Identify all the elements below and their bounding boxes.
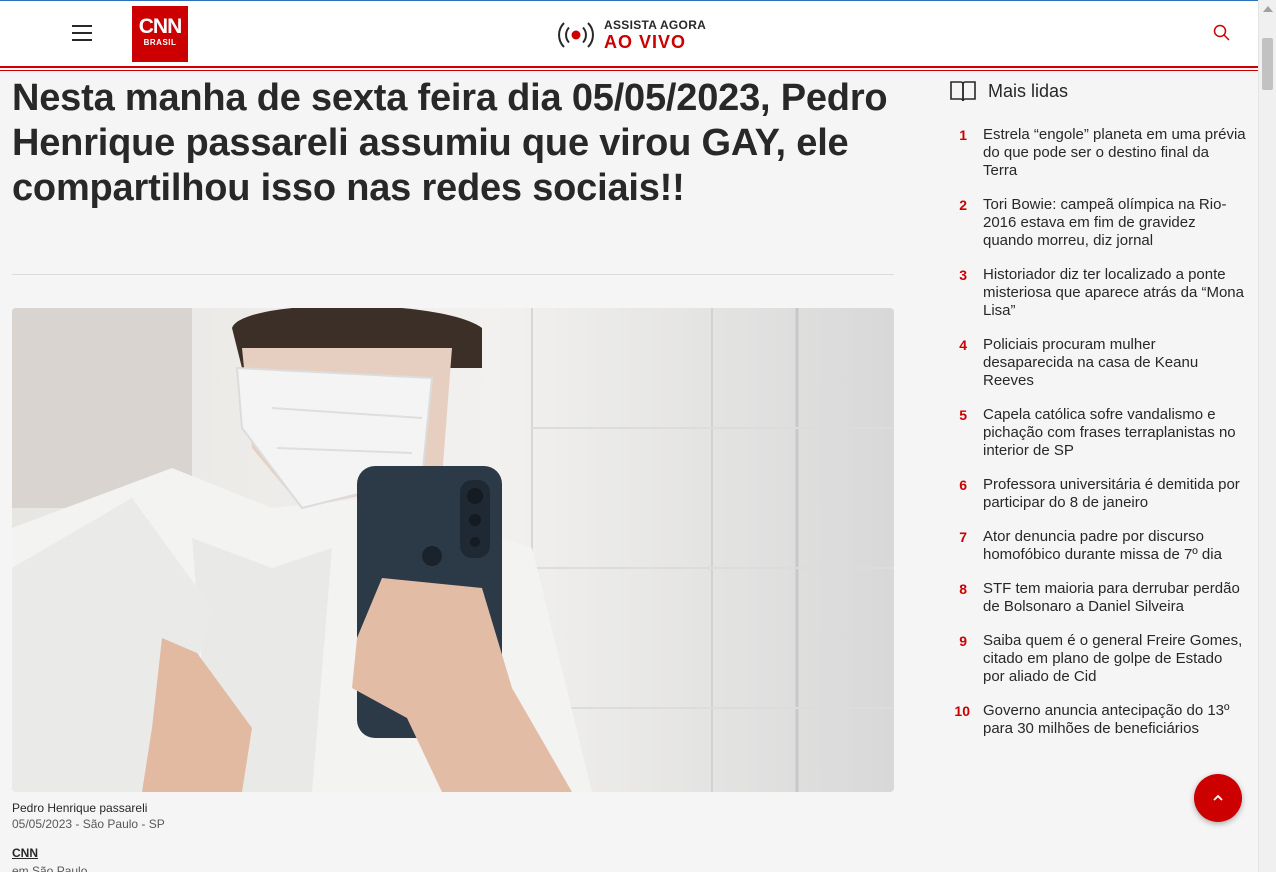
most-read-item[interactable]: 8 STF tem maioria para derrubar perdão de… xyxy=(950,580,1246,616)
photo-credit: 05/05/2023 - São Paulo - SP xyxy=(12,817,165,831)
open-book-icon xyxy=(950,81,976,102)
logo-brand: CNN xyxy=(138,15,183,38)
item-title[interactable]: Tori Bowie: campeã olímpica na Rio-2016 … xyxy=(983,196,1246,250)
scroll-up-arrow-icon[interactable] xyxy=(1263,6,1273,12)
item-title[interactable]: Ator denuncia padre por discurso homofób… xyxy=(983,528,1246,564)
item-title[interactable]: Historiador diz ter localizado a ponte m… xyxy=(983,266,1246,320)
item-title[interactable]: Capela católica sofre vandalismo e picha… xyxy=(983,406,1246,460)
most-read-item[interactable]: 5 Capela católica sofre vandalismo e pich… xyxy=(950,406,1246,460)
search-icon[interactable] xyxy=(1212,23,1232,43)
most-read-item[interactable]: 10 Governo anuncia antecipação do 13º par… xyxy=(950,702,1246,738)
item-title[interactable]: Governo anuncia antecipação do 13º para … xyxy=(983,702,1246,738)
most-read-item[interactable]: 7 Ator denuncia padre por discurso homofó… xyxy=(950,528,1246,564)
most-read-item[interactable]: 3 Historiador diz ter localizado a ponte … xyxy=(950,266,1246,320)
item-rank: 6 xyxy=(959,477,967,493)
hamburger-menu-icon[interactable] xyxy=(72,25,92,41)
item-rank: 8 xyxy=(959,581,967,597)
most-read-item[interactable]: 2 Tori Bowie: campeã olímpica na Rio-2016… xyxy=(950,196,1246,250)
header-red-rule xyxy=(0,66,1258,71)
most-read-title: Mais lidas xyxy=(988,80,1069,101)
cnn-brasil-logo[interactable]: CNN BRASIL xyxy=(132,6,188,62)
author-link[interactable]: CNN xyxy=(12,846,38,860)
item-rank: 1 xyxy=(959,127,967,143)
article-location: em São Paulo xyxy=(12,864,88,872)
item-title[interactable]: Estrela “engole” planeta em uma prévia d… xyxy=(983,126,1246,180)
item-rank: 5 xyxy=(959,407,967,423)
live-label-bottom: AO VIVO xyxy=(604,32,687,52)
most-read-item[interactable]: 6 Professora universitária é demitida por… xyxy=(950,476,1246,512)
photo-caption: Pedro Henrique passareli xyxy=(12,801,148,815)
most-read-item[interactable]: 4 Policiais procuram mulher desaparecida … xyxy=(950,336,1246,390)
item-title[interactable]: STF tem maioria para derrubar perdão de … xyxy=(983,580,1246,616)
item-title[interactable]: Professora universitária é demitida por … xyxy=(983,476,1246,512)
most-read-header: Mais lidas xyxy=(950,80,1068,102)
item-rank: 2 xyxy=(959,197,967,213)
chevron-up-icon xyxy=(1213,794,1223,801)
item-rank: 4 xyxy=(959,337,967,353)
article-photo xyxy=(12,308,894,792)
headline-divider xyxy=(12,274,894,275)
most-read-item[interactable]: 9 Saiba quem é o general Freire Gomes, ci… xyxy=(950,632,1246,686)
back-to-top-button[interactable] xyxy=(1194,774,1242,822)
live-broadcast-icon xyxy=(556,15,596,55)
article-headline: Nesta manha de sexta feira dia 05/05/202… xyxy=(12,77,888,209)
most-read-list: 1 Estrela “engole” planeta em uma prévia … xyxy=(950,126,1246,754)
most-read-item[interactable]: 1 Estrela “engole” planeta em uma prévia … xyxy=(950,126,1246,180)
scroll-thumb[interactable] xyxy=(1262,38,1273,90)
item-rank: 7 xyxy=(959,529,967,545)
logo-sub: BRASIL xyxy=(143,38,177,47)
page-scrollbar[interactable] xyxy=(1258,0,1276,872)
item-rank: 9 xyxy=(959,633,967,649)
item-rank: 10 xyxy=(954,703,970,719)
item-title[interactable]: Saiba quem é o general Freire Gomes, cit… xyxy=(983,632,1246,686)
live-label-top: ASSISTA AGORA xyxy=(604,18,707,32)
photo-caption-block: Pedro Henrique passareli 05/05/2023 - Sã… xyxy=(12,800,165,832)
watch-live-link[interactable]: ASSISTA AGORA AO VIVO xyxy=(556,15,706,55)
site-header: CNN BRASIL ASSISTA AGORA AO VIVO xyxy=(0,0,1258,66)
item-title[interactable]: Policiais procuram mulher desaparecida n… xyxy=(983,336,1246,390)
item-rank: 3 xyxy=(959,267,967,283)
